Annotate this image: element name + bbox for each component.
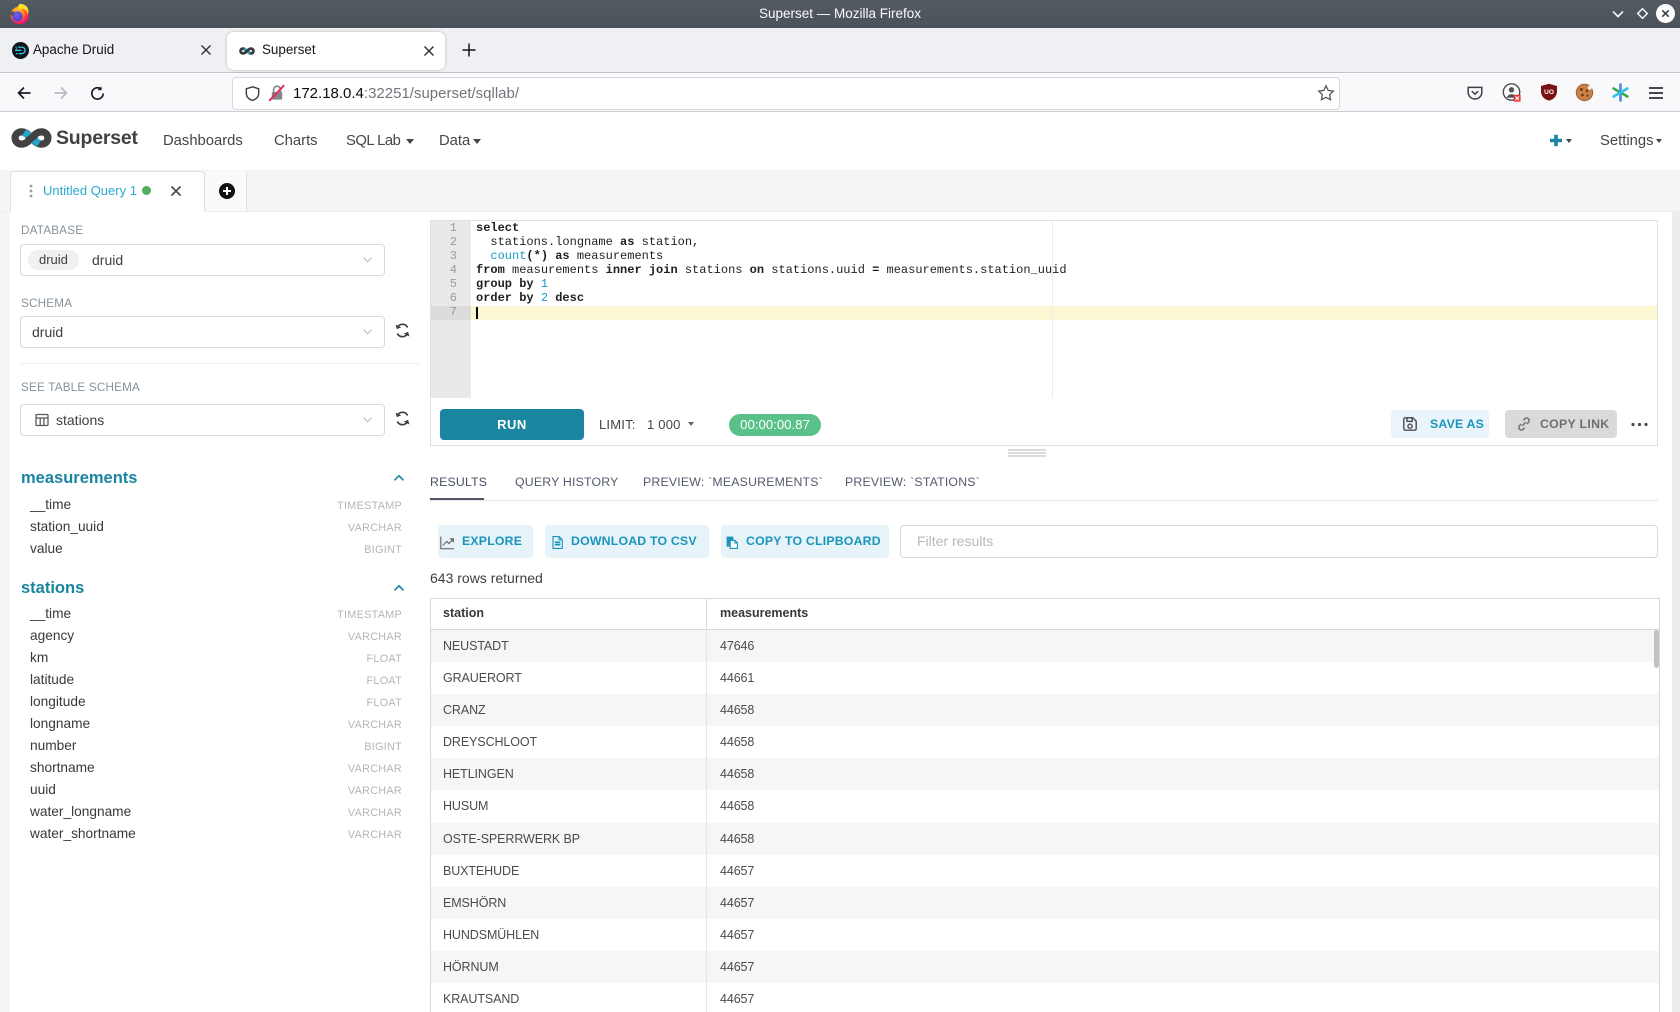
svg-text:UO: UO xyxy=(1544,89,1554,96)
